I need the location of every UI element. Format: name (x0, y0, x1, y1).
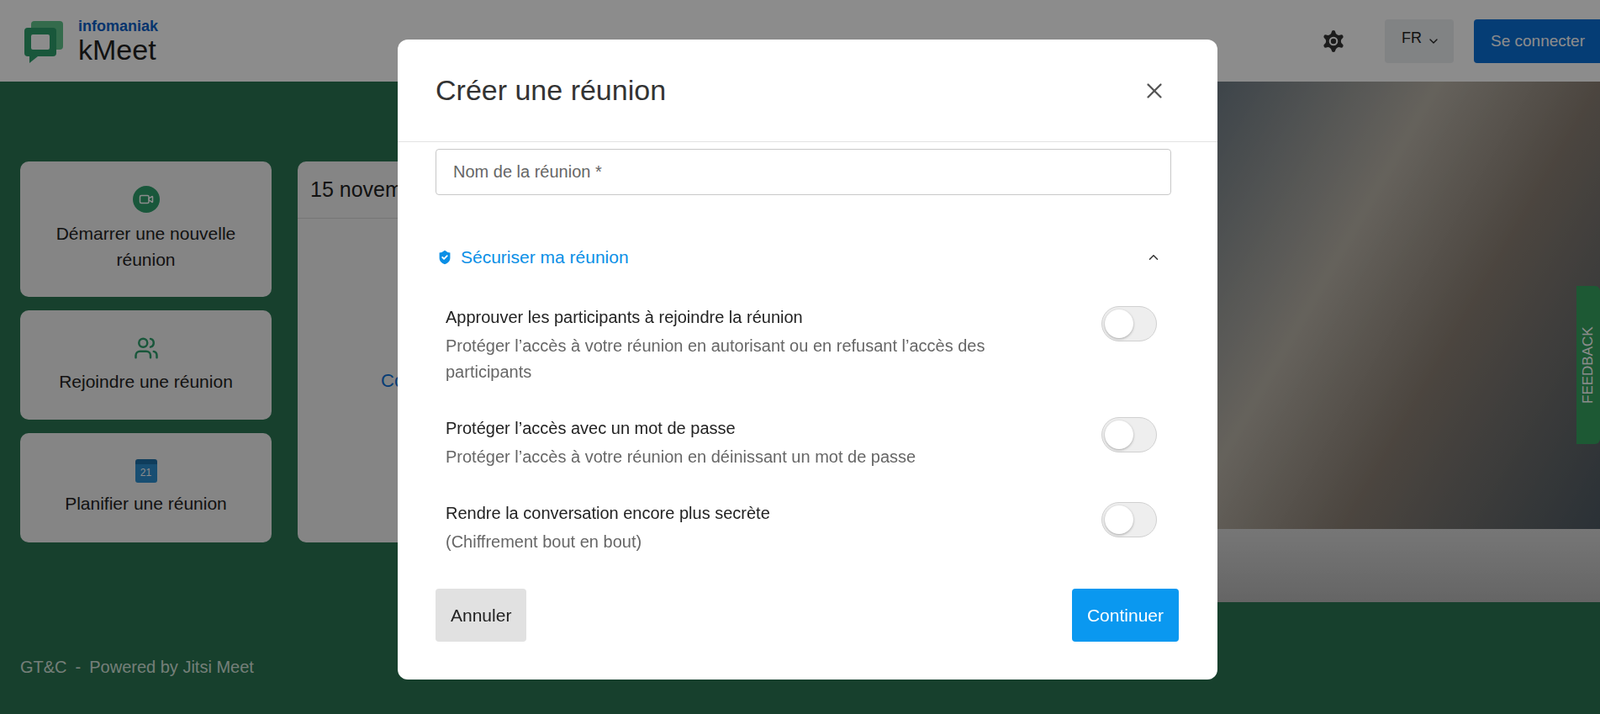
shield-icon (435, 248, 455, 267)
page: infomaniakkMeetFRSe connecterDémarrer un… (0, 0, 1600, 714)
dialog-body: Sécuriser ma réunion Approuver les partic… (397, 142, 1218, 555)
security-option: Approuver les participants à rejoindre l… (445, 306, 1172, 386)
security-options: Approuver les participants à rejoindre l… (435, 306, 1172, 555)
create-meeting-dialog: Créer une réunion Sécuriser ma réunion App… (397, 39, 1218, 680)
option-description: Protéger l’accès à votre réunion en déin… (445, 443, 1068, 470)
option-text: Approuver les participants à rejoindre l… (445, 306, 1068, 386)
dialog-title: Créer une réunion (435, 73, 666, 107)
option-title: Approuver les participants à rejoindre l… (445, 306, 1068, 328)
switch-knob (1104, 309, 1134, 338)
secure-section-toggle[interactable]: Sécuriser ma réunion (435, 247, 1172, 268)
option-text: Rendre la conversation encore plus secrè… (445, 501, 1068, 555)
meeting-name-input[interactable] (435, 148, 1172, 196)
option-switch[interactable] (1101, 417, 1157, 453)
option-title: Protéger l’accès avec un mot de passe (445, 417, 1068, 439)
section-label: Sécuriser ma réunion (460, 247, 629, 268)
option-switch[interactable] (1101, 501, 1157, 538)
dialog-header: Créer une réunion (397, 39, 1218, 143)
security-option: Rendre la conversation encore plus secrè… (445, 501, 1172, 555)
option-text: Protéger l’accès avec un mot de passe Pro… (445, 417, 1068, 470)
dialog-footer: Annuler Continuer (397, 588, 1218, 642)
section-chevron (1145, 249, 1162, 265)
close-button[interactable] (1141, 78, 1167, 104)
option-switch[interactable] (1101, 306, 1157, 342)
option-description: (Chiffrement bout en bout) (445, 528, 1068, 555)
option-description: Protéger l’accès à votre réunion en auto… (445, 332, 1068, 386)
close-icon (1141, 78, 1167, 104)
cancel-button[interactable]: Annuler (435, 588, 527, 642)
option-title: Rendre la conversation encore plus secrè… (445, 501, 1068, 524)
chevron-up-icon (1145, 249, 1162, 265)
modal-overlay: Créer une réunion Sécuriser ma réunion App… (0, 0, 1600, 714)
security-option: Protéger l’accès avec un mot de passe Pro… (445, 417, 1172, 470)
switch-knob (1104, 505, 1134, 534)
continue-button[interactable]: Continuer (1071, 588, 1179, 642)
switch-knob (1104, 420, 1134, 449)
